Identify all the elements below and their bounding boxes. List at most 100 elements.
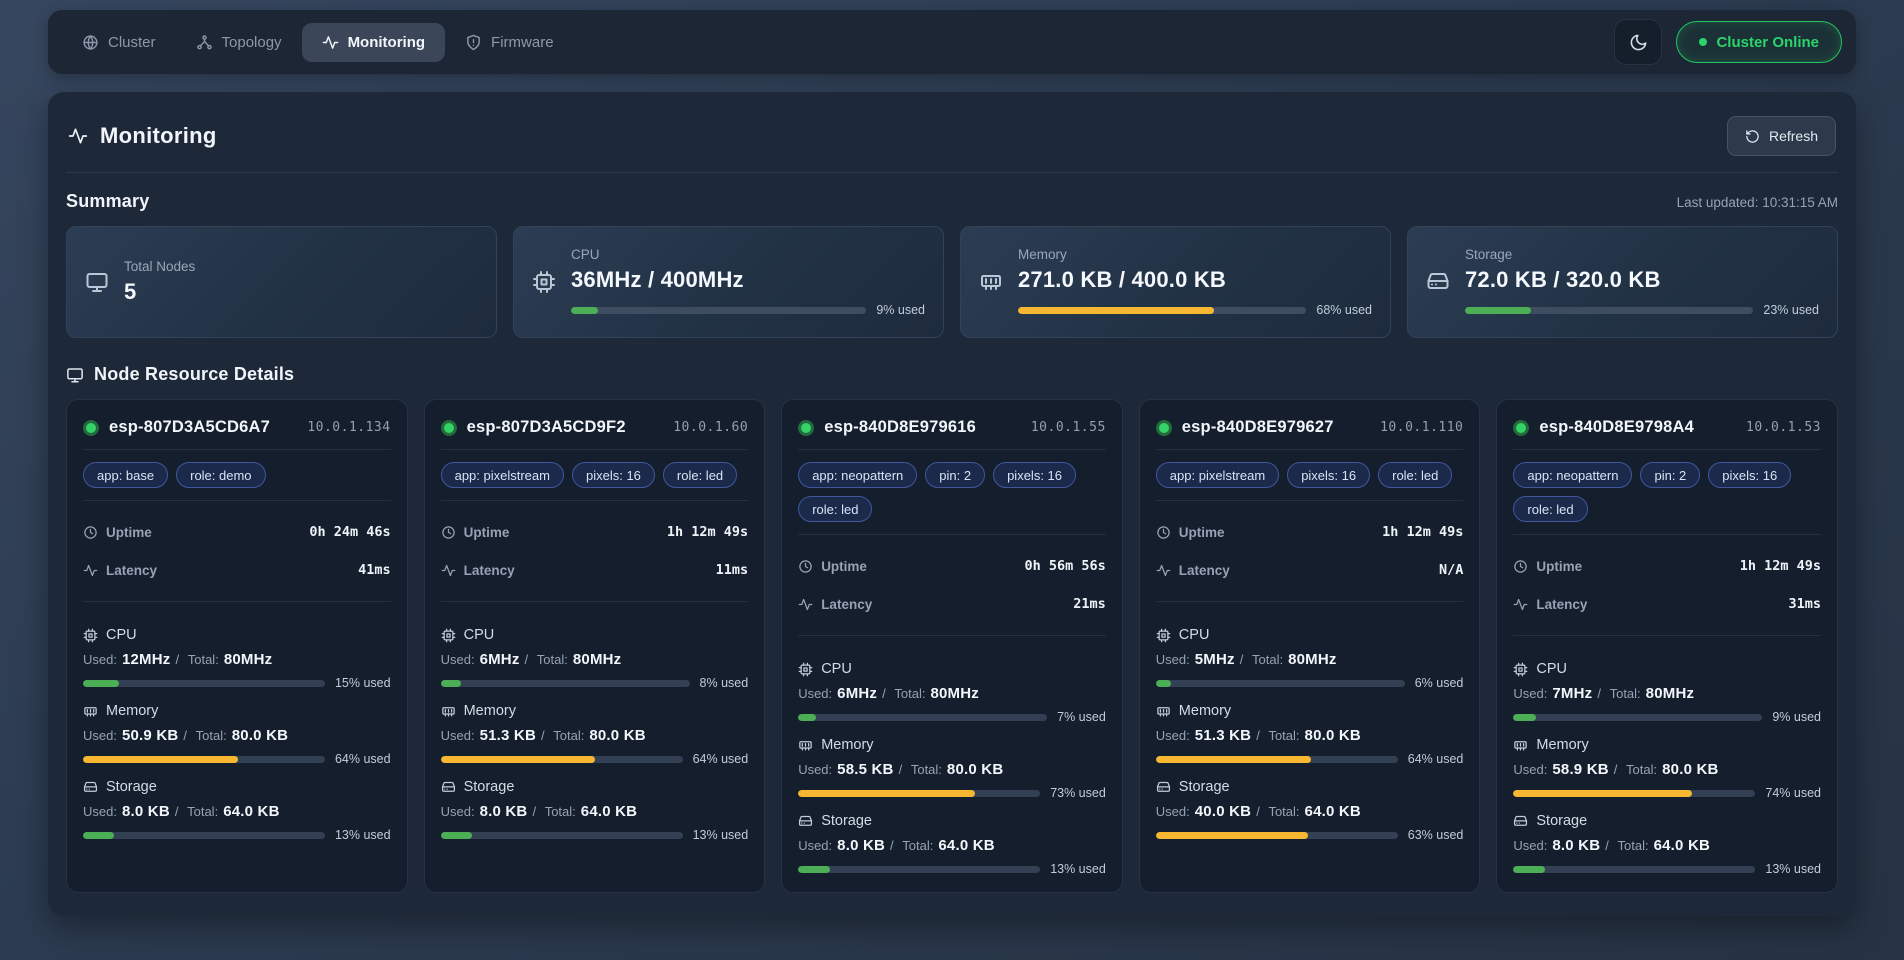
uptime-value: 1h 12m 49s bbox=[667, 524, 748, 540]
memory-icon bbox=[441, 704, 456, 719]
progress-track bbox=[1156, 832, 1398, 839]
percent-label: 64% used bbox=[1408, 752, 1464, 766]
cpu-icon bbox=[1156, 628, 1171, 643]
progress-track bbox=[441, 680, 690, 687]
memory-metric: Memory Used:51.3 KB/ Total:80.0 KB 64% u… bbox=[1156, 703, 1464, 766]
card-value: 36MHz / 400MHz bbox=[571, 267, 925, 293]
tab-monitoring[interactable]: Monitoring bbox=[302, 23, 445, 62]
percent-label: 7% used bbox=[1057, 710, 1106, 724]
progress-fill bbox=[83, 832, 114, 839]
node-tags: app: neopatternpin: 2pixels: 16role: led bbox=[1513, 462, 1821, 522]
metric-label: CPU bbox=[1179, 627, 1210, 643]
uptime-value: 1h 12m 49s bbox=[1382, 524, 1463, 540]
uptime-row: Uptime 0h 56m 56s bbox=[798, 558, 1106, 574]
percent-label: 68% used bbox=[1316, 303, 1372, 317]
activity-icon bbox=[441, 563, 456, 578]
activity-icon bbox=[1513, 597, 1528, 612]
refresh-button[interactable]: Refresh bbox=[1727, 116, 1836, 156]
globe-icon bbox=[82, 34, 99, 51]
metric-label: Memory bbox=[106, 703, 158, 719]
progress-fill bbox=[1156, 832, 1308, 839]
tab-label: Monitoring bbox=[348, 34, 425, 51]
percent-label: 74% used bbox=[1765, 786, 1821, 800]
metric-label: CPU bbox=[1536, 661, 1567, 677]
node-tag: app: pixelstream bbox=[1156, 462, 1279, 488]
metric-usage-line: Used:6MHz/ Total:80MHz bbox=[798, 685, 1106, 702]
node-name: esp-807D3A5CD6A7 bbox=[109, 418, 270, 437]
node-name: esp-840D8E979627 bbox=[1182, 418, 1334, 437]
uptime-label: Uptime bbox=[821, 559, 867, 574]
latency-label: Latency bbox=[821, 597, 872, 612]
metric-usage-line: Used:51.3 KB/ Total:80.0 KB bbox=[1156, 727, 1464, 744]
uptime-label: Uptime bbox=[464, 525, 510, 540]
progress-track bbox=[83, 680, 325, 687]
cpu-metric: CPU Used:7MHz/ Total:80MHz 9% used bbox=[1513, 661, 1821, 724]
percent-label: 15% used bbox=[335, 676, 391, 690]
cpu-metric: CPU Used:5MHz/ Total:80MHz 6% used bbox=[1156, 627, 1464, 690]
storage-metric: Storage Used:40.0 KB/ Total:64.0 KB 63% … bbox=[1156, 779, 1464, 842]
divider bbox=[83, 601, 391, 602]
node-tag: pixels: 16 bbox=[993, 462, 1076, 488]
card-value: 72.0 KB / 320.0 KB bbox=[1465, 267, 1819, 293]
metric-usage-line: Used:58.9 KB/ Total:80.0 KB bbox=[1513, 761, 1821, 778]
panel-header: Monitoring Refresh bbox=[66, 108, 1838, 156]
summary-card-memory: Memory 271.0 KB / 400.0 KB 68% used bbox=[960, 226, 1391, 338]
metric-label: Storage bbox=[1179, 779, 1230, 795]
latency-value: N/A bbox=[1439, 562, 1463, 578]
metric-label: Storage bbox=[464, 779, 515, 795]
uptime-label: Uptime bbox=[1536, 559, 1582, 574]
latency-label: Latency bbox=[1536, 597, 1587, 612]
monitoring-panel: Monitoring Refresh Summary Last updated:… bbox=[48, 92, 1856, 916]
tab-firmware[interactable]: Firmware bbox=[445, 23, 574, 62]
refresh-label: Refresh bbox=[1769, 128, 1818, 144]
node-card: esp-840D8E979616 10.0.1.55 app: neopatte… bbox=[781, 399, 1123, 893]
node-online-dot-icon bbox=[83, 420, 99, 436]
progress-fill bbox=[441, 756, 596, 763]
tab-cluster[interactable]: Cluster bbox=[62, 23, 176, 62]
metric-label: Memory bbox=[1536, 737, 1588, 753]
progress-track bbox=[441, 832, 683, 839]
divider bbox=[798, 449, 1106, 450]
progress-track bbox=[1513, 866, 1755, 873]
clock-icon bbox=[441, 525, 456, 540]
node-tag: pixels: 16 bbox=[572, 462, 655, 488]
memory-icon bbox=[1513, 738, 1528, 753]
node-ip: 10.0.1.60 bbox=[673, 420, 748, 435]
monitor-icon bbox=[66, 366, 84, 384]
progress-track bbox=[798, 866, 1040, 873]
latency-row: Latency N/A bbox=[1156, 562, 1464, 578]
metric-label: Memory bbox=[1179, 703, 1231, 719]
memory-metric: Memory Used:51.3 KB/ Total:80.0 KB 64% u… bbox=[441, 703, 749, 766]
node-name: esp-840D8E979616 bbox=[824, 418, 976, 437]
progress-track bbox=[1513, 714, 1762, 721]
node-tag: role: demo bbox=[176, 462, 265, 488]
cluster-status-badge[interactable]: Cluster Online bbox=[1676, 21, 1842, 63]
uptime-row: Uptime 1h 12m 49s bbox=[1513, 558, 1821, 574]
node-card: esp-840D8E9798A4 10.0.1.53 app: neopatte… bbox=[1496, 399, 1838, 893]
node-tags: app: neopatternpin: 2pixels: 16role: led bbox=[798, 462, 1106, 522]
progress-track bbox=[441, 756, 683, 763]
node-tag: pin: 2 bbox=[1640, 462, 1700, 488]
latency-row: Latency 31ms bbox=[1513, 596, 1821, 612]
theme-toggle-button[interactable] bbox=[1614, 19, 1662, 65]
memory-icon bbox=[979, 270, 1003, 294]
percent-label: 64% used bbox=[693, 752, 749, 766]
divider bbox=[83, 500, 391, 501]
progress-track bbox=[1156, 680, 1405, 687]
tab-topology[interactable]: Topology bbox=[176, 23, 302, 62]
divider bbox=[1156, 449, 1464, 450]
node-tag: pin: 2 bbox=[925, 462, 985, 488]
progress-track bbox=[83, 756, 325, 763]
refresh-icon bbox=[1745, 129, 1760, 144]
clock-icon bbox=[1513, 559, 1528, 574]
topology-icon bbox=[196, 34, 213, 51]
node-online-dot-icon bbox=[441, 420, 457, 436]
node-header: esp-840D8E979627 10.0.1.110 bbox=[1156, 418, 1464, 437]
percent-label: 9% used bbox=[1772, 710, 1821, 724]
node-tag: role: led bbox=[798, 496, 872, 522]
divider bbox=[66, 172, 1838, 173]
latency-value: 21ms bbox=[1073, 596, 1106, 612]
progress-track bbox=[571, 307, 866, 314]
divider bbox=[441, 601, 749, 602]
card-value: 271.0 KB / 400.0 KB bbox=[1018, 267, 1372, 293]
